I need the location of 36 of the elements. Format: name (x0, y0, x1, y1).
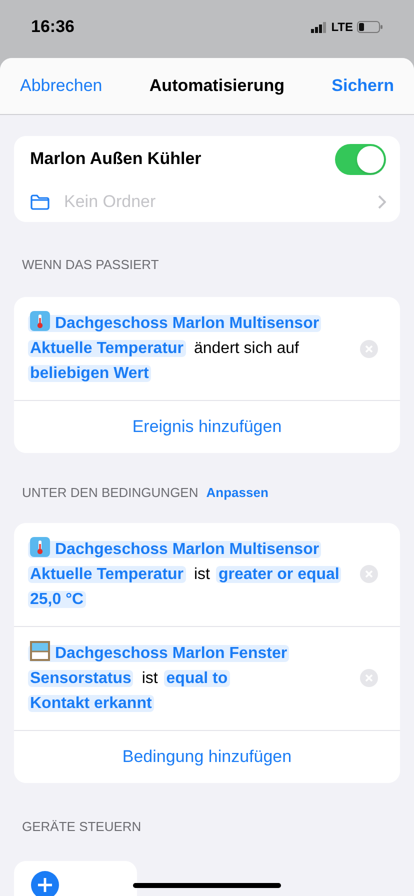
rule-text: ändert sich auf (192, 340, 300, 357)
value-chip[interactable]: Aktuelle Temperatur (28, 566, 186, 582)
value-chip[interactable]: 25,0 °C (28, 590, 86, 608)
value-chip[interactable]: Aktuelle Temperatur (28, 340, 186, 357)
section-header: UNTER DEN BEDINGUNGEN (22, 484, 198, 502)
value-chip[interactable]: equal to (164, 670, 230, 686)
add-button[interactable]: Bedingung hinzufügen (14, 730, 400, 782)
adjust-link[interactable]: Anpassen (206, 483, 268, 502)
remove-icon[interactable] (360, 669, 378, 687)
value-chip[interactable]: Kontakt erkannt (28, 694, 154, 712)
value-chip[interactable]: beliebigen Wert (28, 365, 151, 382)
value-chip[interactable]: greater or equal (216, 566, 342, 582)
signal-icon (311, 22, 328, 32)
status-time: 16:36 (31, 16, 74, 38)
cancel-button[interactable]: Abbrechen (20, 73, 102, 99)
section-header: GERÄTE STEUERN (22, 818, 142, 834)
thermometer-icon (30, 311, 50, 331)
automation-name: Marlon Außen Kühler (30, 148, 202, 170)
folder-icon (30, 194, 50, 210)
battery-icon (357, 21, 383, 33)
add-icon (31, 870, 59, 896)
add-button[interactable]: Ereignis hinzufügen (14, 401, 400, 453)
remove-icon[interactable] (360, 565, 378, 583)
thermometer-icon (30, 536, 50, 556)
window-icon (30, 640, 50, 660)
enable-toggle[interactable] (335, 144, 386, 174)
network-label: LTE (331, 19, 353, 36)
remove-icon[interactable] (360, 340, 378, 358)
screen-title: Automatisierung (149, 75, 284, 98)
rule-text: ist (140, 670, 159, 686)
save-button[interactable]: Sichern (332, 73, 394, 99)
section-header: WENN DAS PASSIERT (22, 257, 159, 272)
value-chip[interactable]: Sensorstatus (28, 670, 134, 686)
rule-text: ist (192, 566, 211, 582)
chevron-icon (378, 195, 386, 209)
folder-field[interactable]: Kein Ordner (64, 189, 378, 215)
